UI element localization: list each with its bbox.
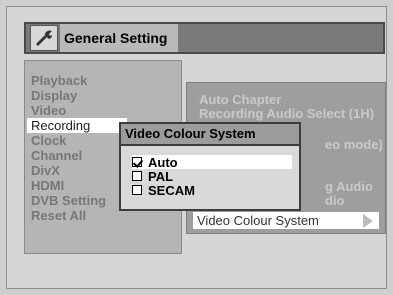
submenu-item-video-colour-system[interactable]: Video Colour System: [193, 212, 379, 229]
header-bar: General Setting: [24, 22, 385, 54]
menu-item-clock[interactable]: Clock: [31, 133, 66, 148]
submenu-item-label: Video Colour System: [197, 213, 319, 228]
wrench-icon: [30, 25, 58, 51]
option-label-secam: SECAM: [148, 182, 195, 198]
menu-item-display[interactable]: Display: [31, 88, 77, 103]
checkbox-checked-icon[interactable]: [132, 157, 142, 167]
settings-screen: General Setting Playback Display Video R…: [0, 0, 393, 295]
option-label-auto: Auto: [148, 154, 178, 170]
submenu-item-partial-dio[interactable]: dio: [325, 194, 345, 208]
arrow-right-icon: [363, 214, 373, 228]
option-secam[interactable]: SECAM: [132, 182, 195, 198]
option-pal[interactable]: PAL: [132, 168, 174, 184]
menu-item-recording[interactable]: Recording: [27, 118, 127, 133]
menu-item-reset-all[interactable]: Reset All: [31, 208, 86, 223]
submenu-item-partial-video-mode[interactable]: eo mode): [325, 138, 383, 152]
menu-item-dvb-setting[interactable]: DVB Setting: [31, 193, 106, 208]
popup-title: Video Colour System: [121, 124, 299, 146]
submenu-item-partial-audio[interactable]: g Audio: [325, 180, 373, 194]
submenu-item-auto-chapter[interactable]: Auto Chapter: [199, 93, 281, 107]
menu-item-playback[interactable]: Playback: [31, 73, 87, 88]
page-title: General Setting: [60, 24, 178, 52]
checkbox-icon[interactable]: [132, 171, 142, 181]
checkbox-icon[interactable]: [132, 185, 142, 195]
option-auto[interactable]: Auto: [132, 154, 292, 170]
menu-item-divx[interactable]: DivX: [31, 163, 60, 178]
video-colour-system-popup: Video Colour System Auto PAL SECAM: [119, 122, 301, 211]
menu-item-hdmi[interactable]: HDMI: [31, 178, 64, 193]
option-label-pal: PAL: [148, 168, 174, 184]
submenu-item-recording-audio-select[interactable]: Recording Audio Select (1H): [199, 107, 374, 121]
menu-item-video[interactable]: Video: [31, 103, 66, 118]
menu-item-channel[interactable]: Channel: [31, 148, 82, 163]
